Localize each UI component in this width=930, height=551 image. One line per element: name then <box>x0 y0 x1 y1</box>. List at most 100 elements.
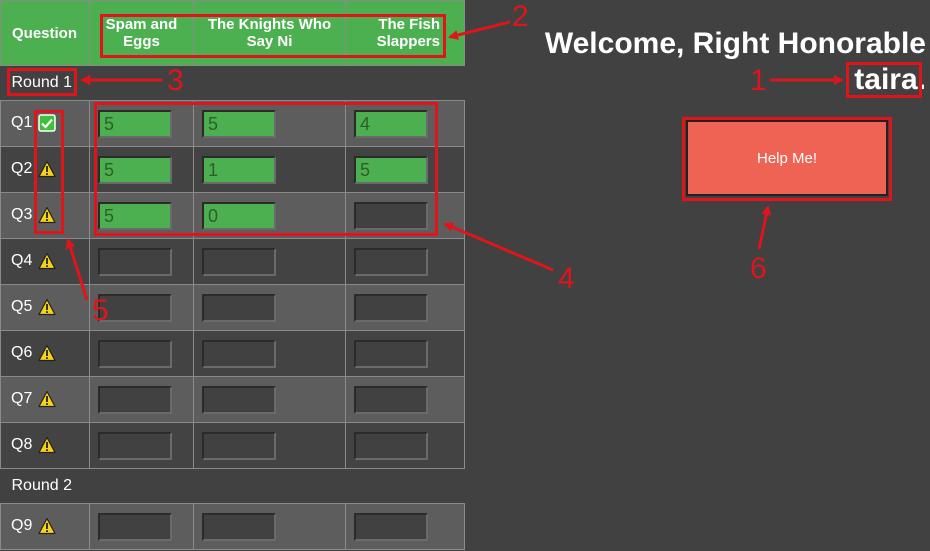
score-input[interactable] <box>354 248 428 276</box>
score-input[interactable] <box>98 386 172 414</box>
score-input[interactable] <box>202 432 276 460</box>
score-cell: 4 <box>345 100 465 147</box>
warning-icon <box>38 160 56 178</box>
score-cell: 0 <box>193 192 346 239</box>
score-cell <box>345 376 465 423</box>
question-label: Q8 <box>11 436 33 454</box>
score-cell <box>193 503 346 550</box>
question-cell: Q6 <box>0 330 90 377</box>
question-row: Q4 <box>0 238 465 285</box>
warning-icon <box>38 344 56 362</box>
annotation-label-4: 4 <box>558 262 575 295</box>
question-cell: Q8 <box>0 422 90 469</box>
score-input[interactable] <box>98 513 172 541</box>
score-cell <box>193 330 346 377</box>
round-label: Round 2 <box>0 468 465 504</box>
question-cell: Q1 <box>0 100 90 147</box>
score-cell <box>345 238 465 285</box>
question-label: Q2 <box>11 160 33 178</box>
score-cell <box>89 376 194 423</box>
welcome-greeting: Welcome, Right Honorable <box>544 27 926 60</box>
score-cell <box>193 284 346 331</box>
score-input[interactable] <box>354 513 428 541</box>
round-label: Round 1 <box>0 65 465 101</box>
score-input[interactable] <box>98 248 172 276</box>
score-cell <box>89 330 194 377</box>
warning-icon <box>38 436 56 454</box>
question-row: Q7 <box>0 376 465 423</box>
score-input[interactable] <box>202 340 276 368</box>
warning-icon <box>38 517 56 535</box>
score-cell: 5 <box>193 100 346 147</box>
annotation-label-2: 2 <box>512 0 529 33</box>
score-cell <box>345 330 465 377</box>
score-cell <box>345 422 465 469</box>
question-cell: Q7 <box>0 376 90 423</box>
score-input[interactable]: 5 <box>98 156 172 184</box>
score-cell <box>193 238 346 285</box>
warning-icon <box>38 252 56 270</box>
question-label: Q5 <box>11 298 33 316</box>
score-cell <box>89 503 194 550</box>
question-label: Q6 <box>11 344 33 362</box>
score-input[interactable]: 5 <box>354 156 428 184</box>
score-input[interactable]: 5 <box>98 202 172 230</box>
question-cell: Q5 <box>0 284 90 331</box>
score-cell <box>345 503 465 550</box>
question-row: Q8 <box>0 422 465 469</box>
score-input[interactable] <box>202 248 276 276</box>
check-icon <box>38 114 57 133</box>
welcome-message: Welcome, Right Honorable taira. <box>545 26 926 98</box>
question-label: Q1 <box>11 114 33 132</box>
score-cell <box>89 422 194 469</box>
score-input[interactable] <box>202 513 276 541</box>
warning-icon <box>38 298 56 316</box>
question-cell: Q9 <box>0 503 90 550</box>
warning-icon <box>38 390 56 408</box>
team-header-3: The Fish Slappers <box>345 0 465 66</box>
score-cell <box>193 376 346 423</box>
score-input[interactable] <box>354 340 428 368</box>
question-row: Q2 5 1 5 <box>0 146 465 193</box>
scoreboard-table: Question Spam and Eggs The Knights Who S… <box>0 0 465 550</box>
annotation-label-6: 6 <box>750 252 767 285</box>
round-row: Round 1 <box>0 65 465 101</box>
score-input[interactable] <box>354 386 428 414</box>
question-column-header: Question <box>0 0 90 66</box>
score-input[interactable]: 5 <box>98 110 172 138</box>
score-input[interactable] <box>354 432 428 460</box>
warning-icon <box>38 206 56 224</box>
score-cell: 1 <box>193 146 346 193</box>
round-row: Round 2 <box>0 468 465 504</box>
score-input[interactable] <box>354 202 428 230</box>
question-cell: Q2 <box>0 146 90 193</box>
annotation-arrow-6 <box>757 205 772 250</box>
question-row: Q3 5 0 <box>0 192 465 239</box>
score-input[interactable] <box>98 294 172 322</box>
score-input[interactable]: 0 <box>202 202 276 230</box>
score-input[interactable] <box>98 340 172 368</box>
score-input[interactable] <box>98 432 172 460</box>
team-header-1: Spam and Eggs <box>89 0 194 66</box>
score-cell <box>345 192 465 239</box>
team-header-2: The Knights Who Say Ni <box>193 0 346 66</box>
score-cell: 5 <box>345 146 465 193</box>
question-row: Q5 <box>0 284 465 331</box>
question-row: Q6 <box>0 330 465 377</box>
score-input[interactable]: 4 <box>354 110 428 138</box>
score-input[interactable]: 5 <box>202 110 276 138</box>
question-label: Q9 <box>11 517 33 535</box>
score-cell <box>345 284 465 331</box>
score-cell <box>89 238 194 285</box>
header-row: Question Spam and Eggs The Knights Who S… <box>0 0 465 66</box>
score-input[interactable] <box>354 294 428 322</box>
question-label: Q4 <box>11 252 33 270</box>
score-cell: 5 <box>89 192 194 239</box>
score-cell <box>89 284 194 331</box>
score-input[interactable]: 1 <box>202 156 276 184</box>
username: taira <box>854 63 918 96</box>
score-input[interactable] <box>202 294 276 322</box>
score-input[interactable] <box>202 386 276 414</box>
question-row: Q1 5 5 4 <box>0 100 465 147</box>
help-button[interactable]: Help Me! <box>686 120 888 196</box>
